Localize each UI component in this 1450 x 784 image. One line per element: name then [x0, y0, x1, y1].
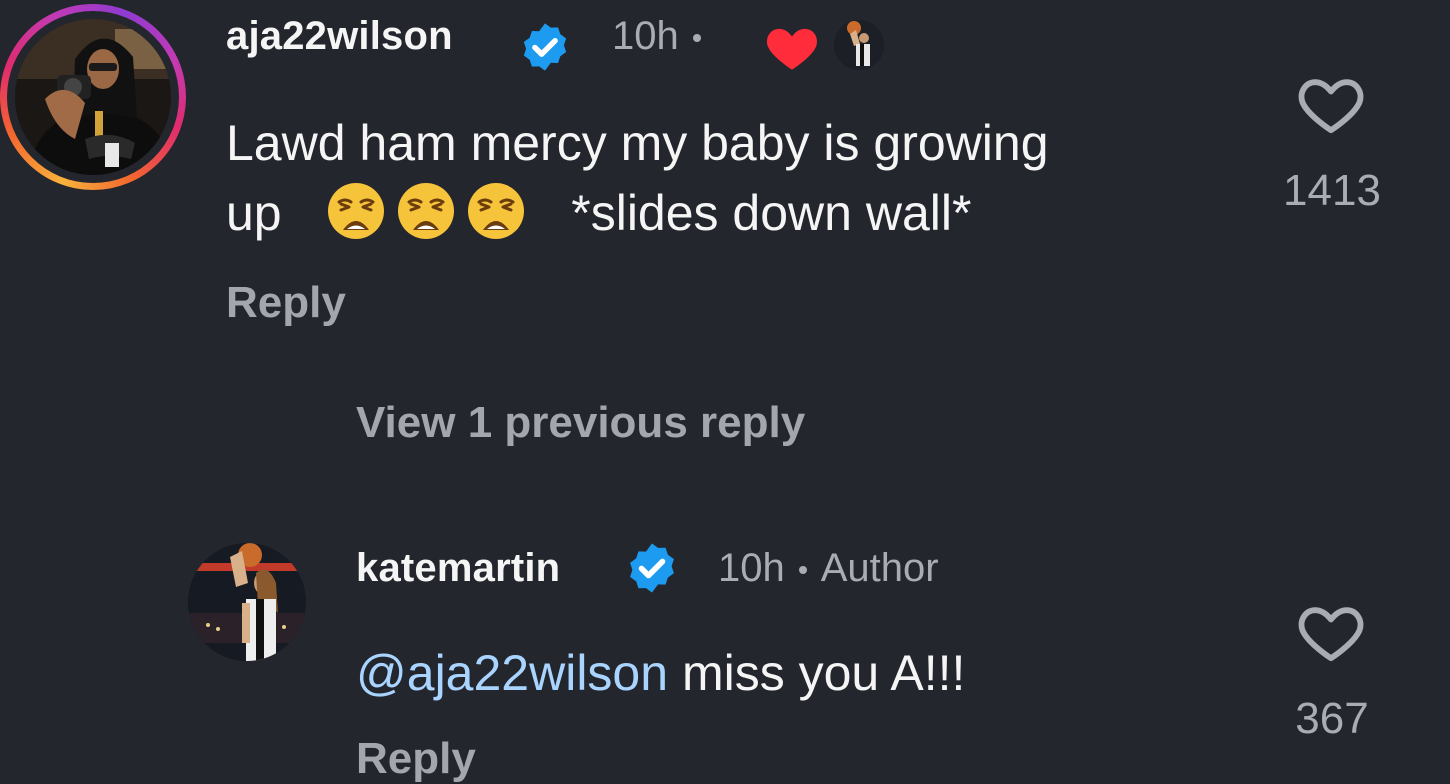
reply-username[interactable]: katemartin — [356, 546, 560, 591]
view-previous-replies-button[interactable]: View 1 previous reply — [356, 398, 805, 448]
heart-outline-icon[interactable] — [1296, 600, 1366, 669]
weary-face-emoji — [467, 182, 525, 240]
like-count: 367 — [1295, 694, 1369, 743]
heart-outline-icon[interactable] — [1296, 72, 1366, 141]
separator-dot — [798, 566, 807, 575]
avatar-katemartin[interactable] — [188, 543, 306, 661]
like-count: 1413 — [1283, 166, 1381, 215]
avatar-aja22wilson[interactable] — [0, 4, 186, 190]
comment-text-prefix: up — [226, 185, 282, 241]
author-label: Author — [820, 546, 939, 590]
comment-text-line1: Lawd ham mercy my baby is growing — [226, 115, 1049, 171]
verified-badge-icon — [518, 20, 572, 79]
comment-username[interactable]: aja22wilson — [226, 14, 453, 59]
comment-timestamp: 10h — [612, 14, 715, 59]
verified-badge-icon — [624, 540, 680, 601]
separator-dot — [692, 34, 701, 43]
reply-body: @aja22wilson miss you A!!! — [356, 638, 965, 708]
mention-link[interactable]: @aja22wilson — [356, 645, 668, 701]
reply-button[interactable]: Reply — [356, 734, 476, 784]
weary-face-emoji — [327, 182, 385, 240]
reply-timestamp: 10h — [718, 546, 785, 590]
reply-meta: 10h Author — [718, 546, 939, 591]
comment-text-line2: up *slides down wall* — [226, 178, 1246, 248]
comment-text-suffix: *slides down wall* — [571, 185, 972, 241]
heart-icon — [764, 22, 820, 77]
comment-body: Lawd ham mercy my baby is growing up *sl… — [226, 108, 1246, 248]
author-avatar-mini — [834, 20, 884, 70]
reply-button[interactable]: Reply — [226, 278, 346, 328]
weary-face-emoji — [397, 182, 455, 240]
reply-text: miss you A!!! — [681, 645, 966, 701]
